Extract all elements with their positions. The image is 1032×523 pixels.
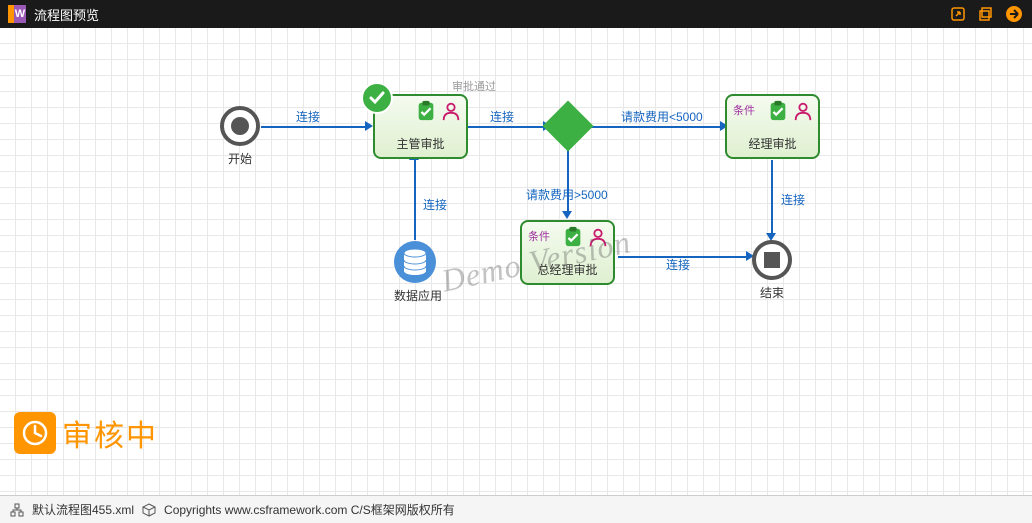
minimize-icon[interactable] <box>948 4 968 24</box>
person-icon <box>587 226 609 248</box>
start-node[interactable]: 开始 <box>220 106 260 167</box>
statusbar: 默认流程图455.xml Copyrights www.csframework.… <box>0 495 1032 523</box>
check-icon <box>361 82 393 114</box>
node-label: 数据应用 <box>394 287 442 304</box>
task-label: 总经理审批 <box>522 261 613 278</box>
clipboard-icon <box>767 100 789 122</box>
task-manager-approve[interactable]: 条件 经理审批 <box>725 94 820 159</box>
person-icon <box>440 100 462 122</box>
cube-icon <box>142 503 156 517</box>
window-title: 流程图预览 <box>34 5 948 24</box>
approved-label: 审批通过 <box>452 78 496 94</box>
arrowhead-icon <box>365 121 373 131</box>
status-copyright: Copyrights www.csframework.com C/S框架网版权所… <box>164 501 455 518</box>
task-gm-approve[interactable]: 条件 总经理审批 <box>520 220 615 285</box>
condition-label: 条件 <box>528 228 550 244</box>
node-label: 开始 <box>220 150 260 167</box>
edge <box>261 126 365 128</box>
edge-label: 请款费用>5000 <box>526 186 608 203</box>
stamp-text: 审核中 <box>62 411 158 455</box>
database-icon <box>394 241 436 283</box>
clipboard-icon <box>415 100 437 122</box>
edge-label: 连接 <box>296 108 320 125</box>
app-icon: W <box>8 5 26 23</box>
edge-label: 请款费用<5000 <box>621 108 703 125</box>
clock-icon <box>14 412 56 454</box>
titlebar: W 流程图预览 <box>0 0 1032 28</box>
edge <box>414 160 416 240</box>
review-stamp: 审核中 <box>14 411 158 455</box>
clipboard-icon <box>562 226 584 248</box>
condition-label: 条件 <box>733 102 755 118</box>
sitemap-icon <box>10 503 24 517</box>
task-label: 经理审批 <box>727 135 818 152</box>
end-node[interactable]: 结束 <box>752 240 792 301</box>
diagram-canvas[interactable]: 连接 连接 请款费用<5000 请款费用>5000 连接 连接 连接 开始 审批… <box>0 28 1032 495</box>
edge <box>468 126 543 128</box>
node-label: 结束 <box>752 284 792 301</box>
gateway-node[interactable] <box>550 108 586 144</box>
edge-label: 连接 <box>490 108 514 125</box>
edge-label: 连接 <box>781 191 805 208</box>
status-file: 默认流程图455.xml <box>32 501 134 518</box>
close-icon[interactable] <box>1004 4 1024 24</box>
data-node[interactable]: 数据应用 <box>394 241 442 304</box>
edge-label: 连接 <box>666 256 690 273</box>
maximize-icon[interactable] <box>976 4 996 24</box>
edge <box>590 126 720 128</box>
task-label: 主管审批 <box>375 135 466 152</box>
arrowhead-icon <box>562 211 572 219</box>
task-supervisor-approve[interactable]: 审批通过 主管审批 <box>373 94 468 159</box>
edge <box>771 160 773 233</box>
edge-label: 连接 <box>423 196 447 213</box>
person-icon <box>792 100 814 122</box>
